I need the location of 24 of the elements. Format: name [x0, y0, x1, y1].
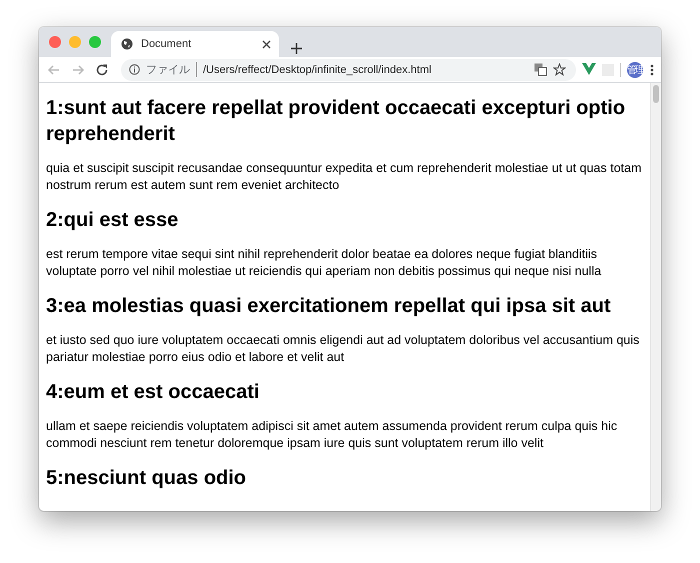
- post-title: 2:qui est esse: [46, 208, 180, 233]
- post-title: 5:nesciunt quas odio: [46, 466, 248, 491]
- post-body: est rerum tempore vitae sequi sint nihil reprehenderit dolor beatae ea dolores neque fugiat blanditiis voluptate porro vel nihil molestiae ut reiciendis qui aperiam non debitis possimus qui neque nisi nulla: [46, 246, 602, 280]
- scheme-label: ファイル: [146, 62, 197, 77]
- star-icon[interactable]: [553, 63, 566, 76]
- translate-icon[interactable]: [534, 63, 547, 76]
- close-window-icon[interactable]: [49, 36, 61, 48]
- post-body: et iusto sed quo iure voluptatem occaecati omnis eligendi aut ad voluptatem doloribus vel accusantium quis pariatur molestiae porro eius odio et labore et velit aut: [46, 332, 640, 366]
- post-title: 1:sunt aut facere repellat provident occaecati excepturi optio reprehenderit: [46, 96, 626, 147]
- info-icon[interactable]: [129, 64, 140, 75]
- address-bar[interactable]: ファイル /Users/reffect/Desktop/infinite_scroll/index.html: [121, 58, 576, 80]
- menu-icon[interactable]: [649, 62, 655, 76]
- new-tab-icon[interactable]: [291, 43, 302, 54]
- post-body: ullam et saepe reiciendis voluptatem adipisci sit amet autem assumenda provident rerum culpa quis hic commodi nesciunt rem tenetur doloremque ipsam iure quis sunt voluptatem rerum illo velit: [46, 418, 618, 452]
- post-title: 4:eum et est occaecati: [46, 380, 260, 405]
- v-logo-icon[interactable]: [582, 63, 596, 76]
- post-body: quia et suscipit suscipit recusandae consequuntur expedita et cum reprehenderit molestiae ut ut quas totam nostrum rerum est autem sunt rem eveniet architecto: [46, 160, 642, 194]
- globe-icon: [121, 38, 133, 50]
- url-text: /Users/reffect/Desktop/infinite_scroll/index.html: [203, 64, 432, 76]
- close-icon[interactable]: [262, 40, 271, 48]
- browser-tab[interactable]: Document: [111, 31, 279, 57]
- post-title: 3:ea molestias quasi exercitationem repellat qui ipsa sit aut: [46, 294, 612, 319]
- scrollbar-thumb[interactable]: [653, 85, 659, 103]
- scrollbar[interactable]: [650, 83, 661, 511]
